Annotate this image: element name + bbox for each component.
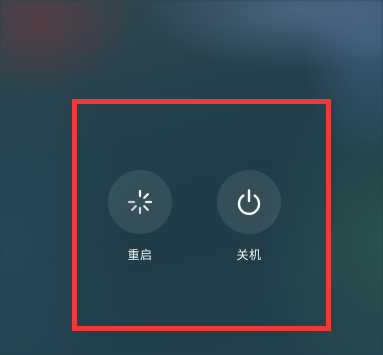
red-highlight-frame	[72, 99, 331, 331]
